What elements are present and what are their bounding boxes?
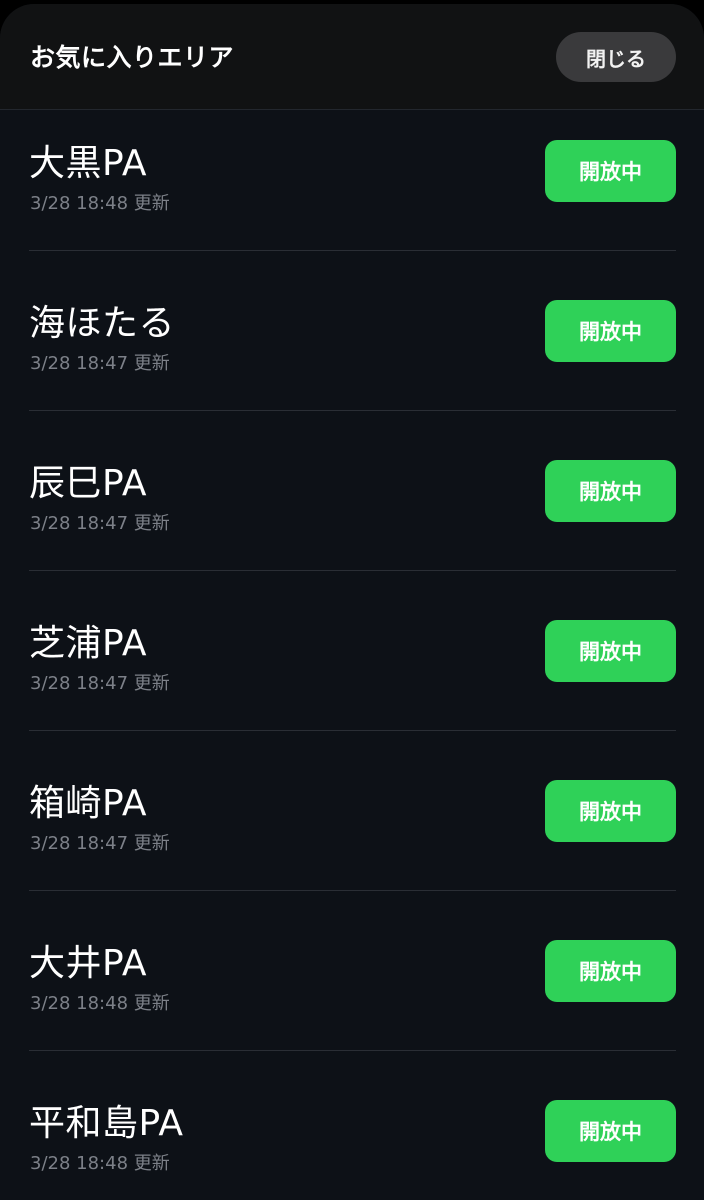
updated-time: 3/28 18:47 更新 xyxy=(30,353,170,374)
list-item[interactable]: 大黒PA 3/28 18:48 更新 開放中 xyxy=(0,110,704,251)
favorites-sheet: お気に入りエリア 閉じる 大黒PA 3/28 18:48 更新 開放中 海ほたる… xyxy=(0,4,704,1200)
list-item[interactable]: 辰巳PA 3/28 18:47 更新 開放中 xyxy=(0,411,704,571)
list-item[interactable]: 芝浦PA 3/28 18:47 更新 開放中 xyxy=(0,571,704,731)
status-badge[interactable]: 開放中 xyxy=(545,460,676,522)
area-name: 芝浦PA xyxy=(29,623,148,664)
area-name: 大黒PA xyxy=(29,143,148,184)
status-badge[interactable]: 開放中 xyxy=(545,620,676,682)
status-badge[interactable]: 開放中 xyxy=(545,1100,676,1162)
status-badge[interactable]: 開放中 xyxy=(545,140,676,202)
updated-time: 3/28 18:47 更新 xyxy=(30,513,170,534)
sheet-header: お気に入りエリア 閉じる xyxy=(0,4,704,110)
list-item[interactable]: 大井PA 3/28 18:48 更新 開放中 xyxy=(0,891,704,1051)
area-name: 辰巳PA xyxy=(29,463,148,504)
list-item[interactable]: 平和島PA 3/28 18:48 更新 開放中 xyxy=(0,1051,704,1200)
area-name: 箱崎PA xyxy=(29,783,148,824)
list-item[interactable]: 海ほたる 3/28 18:47 更新 開放中 xyxy=(0,251,704,411)
area-name: 大井PA xyxy=(29,943,148,984)
favorite-area-list: 大黒PA 3/28 18:48 更新 開放中 海ほたる 3/28 18:47 更… xyxy=(0,110,704,1200)
updated-time: 3/28 18:47 更新 xyxy=(30,673,170,694)
close-button[interactable]: 閉じる xyxy=(556,32,676,82)
updated-time: 3/28 18:47 更新 xyxy=(30,833,170,854)
status-badge[interactable]: 開放中 xyxy=(545,940,676,1002)
area-name: 海ほたる xyxy=(29,303,176,344)
sheet-title: お気に入りエリア xyxy=(30,43,235,72)
updated-time: 3/28 18:48 更新 xyxy=(30,1153,170,1174)
updated-time: 3/28 18:48 更新 xyxy=(30,993,170,1014)
list-item[interactable]: 箱崎PA 3/28 18:47 更新 開放中 xyxy=(0,731,704,891)
area-name: 平和島PA xyxy=(29,1103,184,1144)
updated-time: 3/28 18:48 更新 xyxy=(30,193,170,214)
status-badge[interactable]: 開放中 xyxy=(545,780,676,842)
status-badge[interactable]: 開放中 xyxy=(545,300,676,362)
